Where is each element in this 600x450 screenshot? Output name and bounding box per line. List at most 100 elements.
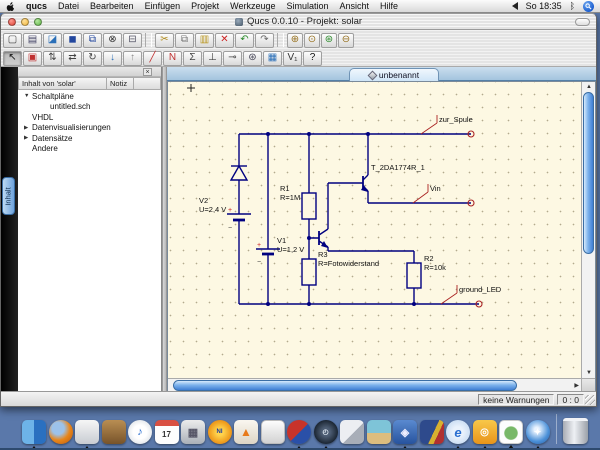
toolbar-button-simulation-settings[interactable]: ⊛ [243, 51, 262, 66]
component-r1[interactable]: R1 R=1M [280, 184, 316, 219]
sidebar-item-vhdl[interactable]: VHDL [18, 112, 161, 123]
title-bar[interactable]: Qucs 0.0.10 - Projekt: solar [1, 14, 596, 30]
menu-werkzeuge[interactable]: Werkzeuge [230, 1, 275, 11]
dock-icon-vlc[interactable]: ▲ [234, 420, 258, 444]
dock-icon-clock-app[interactable]: ◴ [314, 420, 338, 444]
vertical-scrollbar[interactable]: ▲ ▼ [581, 82, 595, 378]
window-resize-grip[interactable] [585, 395, 595, 405]
menu-simulation[interactable]: Simulation [286, 1, 328, 11]
active-app-name[interactable]: qucs [26, 1, 47, 11]
toolbar-button-print[interactable]: ⊟ [123, 33, 142, 48]
toolbar-button-open-file[interactable]: ◪ [43, 33, 62, 48]
dock-icon-itunes[interactable]: ♪ [128, 420, 152, 444]
dock-icon-address-book[interactable] [102, 420, 126, 444]
sidebar-tab-inhalt[interactable]: Inhalt [2, 177, 15, 215]
volume-menu-icon[interactable] [512, 2, 518, 10]
node-label-vin[interactable]: Vin [430, 184, 441, 193]
v2-value[interactable]: U=2,4 V [199, 205, 226, 214]
toolbar-button-copy[interactable]: ⧉ [175, 33, 194, 48]
toolbar-button-insert-equation[interactable]: Σ [183, 51, 202, 66]
menu-einfuegen[interactable]: Einfügen [145, 1, 181, 11]
component-r3[interactable]: R3 R=Fotowiderstand [302, 250, 379, 285]
menu-clock[interactable]: So 18:35 [526, 1, 562, 11]
toolbar-button-save[interactable]: ◼ [63, 33, 82, 48]
toolbar-button-mirror-y-axis[interactable]: ⇄ [63, 51, 82, 66]
apple-menu-icon[interactable] [6, 1, 15, 11]
menu-datei[interactable]: Datei [58, 1, 79, 11]
menu-ansicht[interactable]: Ansicht [340, 1, 370, 11]
toolbar-button-whats-this-help[interactable]: ? [303, 51, 322, 66]
toolbar-button-paste[interactable]: ▥ [195, 33, 214, 48]
toolbar-button-pop-out[interactable]: ↑ [123, 51, 142, 66]
component-t1-npn[interactable]: T_2DA1774R_1 [361, 163, 425, 192]
toolbar-toggle-pill[interactable] [575, 18, 590, 26]
t1-name[interactable]: T_2DA1774R_1 [371, 163, 425, 172]
menu-hilfe[interactable]: Hilfe [380, 1, 398, 11]
toolbar-button-save-all[interactable]: ⧉ [83, 33, 102, 48]
component-diode[interactable] [231, 166, 247, 180]
toolbar-button-close-document[interactable]: ⊗ [103, 33, 122, 48]
toolbar-button-insert-port[interactable]: ⊸ [223, 51, 242, 66]
scroll-up-icon[interactable]: ▲ [586, 84, 592, 90]
toolbar-button-select-pointer[interactable]: ↖ [3, 51, 22, 66]
toolbar-button-insert-ground[interactable]: ⊥ [203, 51, 222, 66]
dock-icon-firefox[interactable] [49, 420, 73, 444]
dock-icon-photo-app[interactable] [367, 420, 391, 444]
r2-name[interactable]: R2 [424, 254, 434, 263]
dock-icon-safari[interactable]: ✦ [526, 420, 550, 444]
toolbar-button-mirror-x-axis[interactable]: ⇅ [43, 51, 62, 66]
toolbar-button-redo[interactable]: ↷ [255, 33, 274, 48]
column-header-note[interactable]: Notiz [107, 77, 134, 90]
toolbar-button-delete[interactable]: ✕ [215, 33, 234, 48]
toolbar-button-zoom-out[interactable]: ⊖ [338, 33, 354, 48]
toolbar-button-zoom-fit[interactable]: ⊛ [321, 33, 337, 48]
dock-icon-audio-app[interactable] [287, 420, 311, 444]
toolbar-button-open-template[interactable]: ▤ [23, 33, 42, 48]
dock-icon-sunburst-app[interactable]: NI [208, 420, 232, 444]
tree-expander-icon[interactable]: ▶ [24, 135, 32, 141]
tree-expander-icon[interactable]: ▼ [24, 93, 32, 99]
component-v2[interactable]: + − V2 U=2,4 V [199, 196, 251, 232]
dock-icon-iphoto[interactable] [499, 420, 523, 444]
toolbar-button-push-into-subcircuit[interactable]: ↓ [103, 51, 122, 66]
scroll-right-icon[interactable]: ▶ [574, 383, 579, 389]
dock-icon-cards-app[interactable] [261, 420, 285, 444]
v1-name[interactable]: V1 [277, 236, 286, 245]
toolbar-button-edit-component-properties[interactable]: ▣ [23, 51, 42, 66]
menu-projekt[interactable]: Projekt [191, 1, 219, 11]
dock-icon-scanner-app[interactable] [340, 420, 364, 444]
r1-value[interactable]: R=1M [280, 193, 300, 202]
toolbar-button-zoom-in[interactable]: ⊕ [287, 33, 303, 48]
spotlight-icon[interactable] [583, 1, 594, 12]
toolbar-button-cut[interactable]: ✂ [155, 33, 174, 48]
dock-icon-ical[interactable]: 17 [155, 420, 179, 444]
component-t2-npn[interactable] [319, 229, 328, 248]
toolbar-button-insert-wire-label[interactable]: N [163, 51, 182, 66]
sidebar-item-andere[interactable]: Andere [18, 144, 161, 155]
vertical-scroll-thumb[interactable] [583, 92, 594, 254]
v2-name[interactable]: V2 [199, 196, 208, 205]
dock-icon-sherlock[interactable]: ◎ [473, 420, 497, 444]
toolbar-button-insert-wire[interactable]: ╱ [143, 51, 162, 66]
dock-icon-documents-folder[interactable] [420, 420, 444, 444]
panel-close-icon[interactable]: × [143, 68, 152, 76]
toolbar-button-rotate[interactable]: ↻ [83, 51, 102, 66]
r1-name[interactable]: R1 [280, 184, 290, 193]
bluetooth-menu-icon[interactable]: ᛒ [570, 1, 575, 11]
dock-icon-preview[interactable] [75, 420, 99, 444]
open-ports[interactable] [468, 131, 482, 307]
component-r2[interactable]: R2 R=10k [407, 254, 446, 288]
toolbar-button-zoom-1-1[interactable]: ⊙ [304, 33, 320, 48]
scroll-down-icon[interactable]: ▼ [586, 370, 592, 376]
toolbar-button-insert-voltage-source[interactable]: V₁ [283, 51, 302, 66]
sidebar-item-datensaetze[interactable]: ▶ Datensätze [18, 133, 161, 144]
horizontal-scroll-thumb[interactable] [173, 380, 517, 391]
r3-value[interactable]: R=Fotowiderstand [318, 259, 379, 268]
dock-icon-calculator[interactable]: ▦ [181, 420, 205, 444]
dock-icon-finder[interactable] [22, 420, 46, 444]
schematic-canvas[interactable]: + − V2 U=2,4 V + − V1 U=1,2 V [168, 82, 582, 378]
wires[interactable] [239, 134, 479, 304]
r2-value[interactable]: R=10k [424, 263, 446, 272]
r3-name[interactable]: R3 [318, 250, 328, 259]
sidebar-item-datenvisualisierungen[interactable]: ▶ Datenvisualisierungen [18, 123, 161, 134]
